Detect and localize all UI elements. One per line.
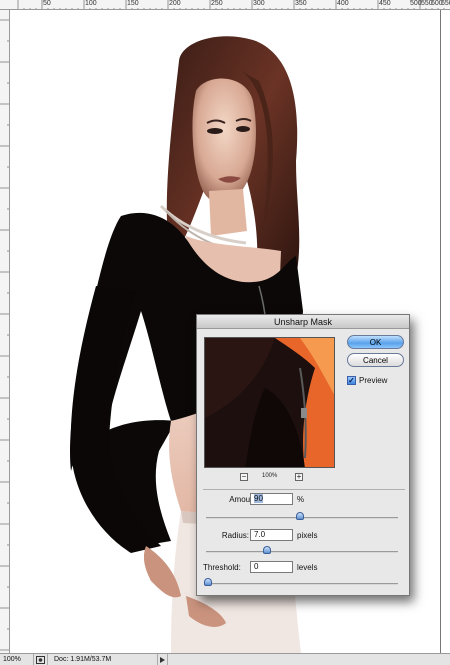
radius-label: Radius: bbox=[221, 531, 249, 540]
amount-slider[interactable] bbox=[206, 512, 398, 520]
radius-unit: pixels bbox=[297, 531, 318, 540]
threshold-row: Threshold: 0 levels bbox=[197, 561, 411, 575]
ruler-tick-label: 250 bbox=[211, 0, 223, 7]
ruler-tick-label: 50 bbox=[43, 0, 51, 7]
ruler-tick-label: 150 bbox=[127, 0, 139, 7]
left-ruler-ticks bbox=[0, 19, 9, 651]
threshold-input[interactable]: 0 bbox=[250, 561, 293, 573]
unsharp-mask-dialog: Unsharp Mask − 100% + OK Cancel ✓ Previe… bbox=[196, 314, 410, 596]
canvas-right-edge bbox=[440, 10, 450, 653]
ruler-tick-label: 450 bbox=[379, 0, 391, 7]
zoom-in-button[interactable]: + bbox=[295, 473, 303, 481]
amount-unit: % bbox=[297, 495, 305, 504]
preview-checkbox[interactable]: ✓ bbox=[347, 376, 356, 385]
preview-zoom-controls: − 100% + bbox=[204, 473, 335, 483]
left-ruler bbox=[0, 10, 10, 653]
threshold-value: 0 bbox=[254, 562, 259, 571]
preview-checkbox-row[interactable]: ✓ Preview bbox=[347, 376, 387, 385]
filter-preview-window[interactable] bbox=[204, 337, 335, 468]
status-menu-arrow-icon[interactable] bbox=[158, 654, 168, 665]
amount-input[interactable]: 90 bbox=[250, 493, 293, 505]
preview-image bbox=[205, 338, 334, 467]
top-ruler: 50 100 150 200 250 300 350 400 450 500 5… bbox=[0, 0, 450, 10]
amount-slider-thumb[interactable] bbox=[296, 512, 305, 520]
radius-row: Radius: 7.0 pixels bbox=[197, 529, 411, 543]
radius-value: 7.0 bbox=[254, 530, 266, 539]
zoom-level-field[interactable]: 100% bbox=[0, 654, 34, 665]
document-size-info: Doc: 1.91M/53.7M bbox=[48, 654, 158, 665]
ruler-tick-label: 400 bbox=[337, 0, 349, 7]
radius-input[interactable]: 7.0 bbox=[250, 529, 293, 541]
threshold-unit: levels bbox=[297, 563, 318, 572]
ruler-tick-label: 350 bbox=[295, 0, 307, 7]
ruler-tick-label: 650 bbox=[441, 0, 450, 7]
radius-slider[interactable] bbox=[206, 546, 398, 554]
ruler-tick-label: 300 bbox=[253, 0, 265, 7]
preview-checkbox-label: Preview bbox=[359, 376, 388, 385]
ruler-tick-label: 500 bbox=[410, 0, 422, 7]
amount-value: 90 bbox=[254, 494, 263, 503]
ruler-tick-label: 100 bbox=[85, 0, 97, 7]
divider bbox=[203, 489, 405, 490]
zoom-out-button[interactable]: − bbox=[240, 473, 248, 481]
radius-slider-thumb[interactable] bbox=[263, 546, 272, 554]
amount-row: Amount: 90 % bbox=[197, 493, 411, 507]
ruler-tick-label: 200 bbox=[169, 0, 181, 7]
preview-zoom-level: 100% bbox=[262, 473, 278, 479]
threshold-label: Threshold: bbox=[203, 563, 241, 572]
status-bar: 100% Doc: 1.91M/53.7M bbox=[0, 653, 450, 665]
ok-button[interactable]: OK bbox=[347, 335, 404, 349]
cancel-button[interactable]: Cancel bbox=[347, 353, 404, 367]
threshold-slider-thumb[interactable] bbox=[204, 578, 212, 586]
dialog-title: Unsharp Mask bbox=[197, 315, 409, 329]
threshold-slider[interactable] bbox=[204, 578, 398, 586]
photoshop-window: 50 100 150 200 250 300 350 400 450 500 5… bbox=[0, 0, 450, 665]
status-preview-icon[interactable] bbox=[34, 654, 48, 665]
